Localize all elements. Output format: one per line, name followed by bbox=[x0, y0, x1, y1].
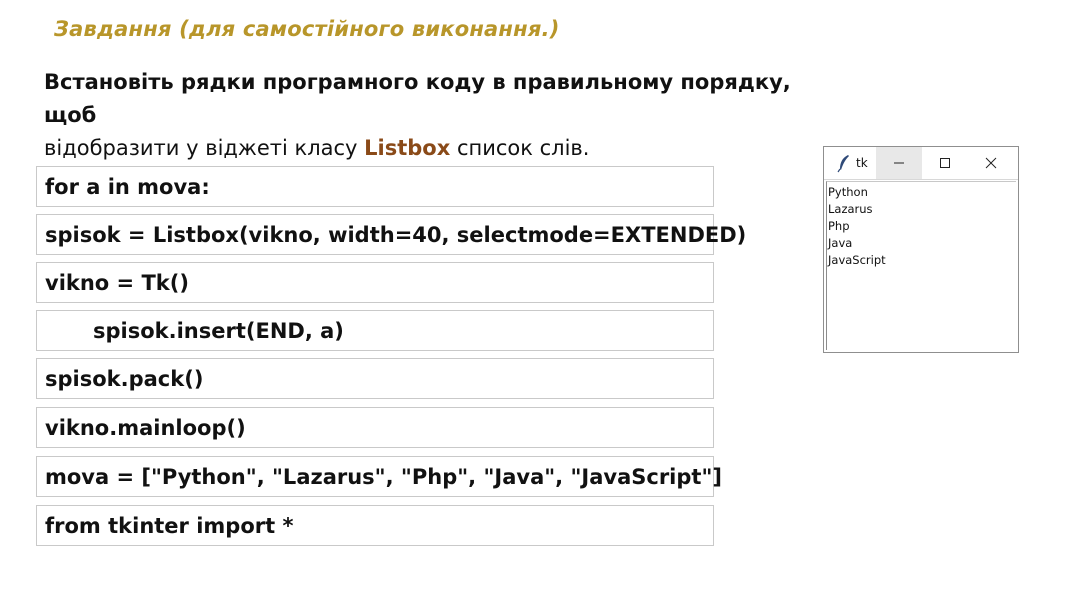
code-line[interactable]: spisok = Listbox(vikno, width=40, select… bbox=[36, 214, 746, 255]
maximize-icon[interactable] bbox=[922, 147, 968, 179]
code-line[interactable]: from tkinter import * bbox=[36, 505, 714, 546]
task-title: Завдання (для самостійного виконання.) bbox=[54, 17, 560, 41]
code-line[interactable]: for a in mova: bbox=[36, 166, 714, 207]
tk-window-title: tk bbox=[856, 156, 868, 170]
list-item[interactable]: Python bbox=[827, 184, 1016, 201]
list-item[interactable]: JavaScript bbox=[827, 252, 1016, 269]
list-item[interactable]: Php bbox=[827, 218, 1016, 235]
code-line[interactable]: spisok.pack() bbox=[36, 358, 714, 399]
tk-titlebar: tk bbox=[824, 147, 1018, 180]
instruction-part: список слів. bbox=[450, 136, 590, 160]
listbox[interactable]: Python Lazarus Php Java JavaScript bbox=[826, 181, 1016, 350]
feather-icon bbox=[834, 153, 854, 173]
code-line[interactable]: vikno.mainloop() bbox=[36, 407, 714, 448]
list-item[interactable]: Java bbox=[827, 235, 1016, 252]
instruction-text: Встановіть рядки програмного коду в прав… bbox=[44, 66, 844, 165]
tk-window-preview: tk Python Lazarus Php Java JavaScript bbox=[823, 146, 1019, 353]
code-line[interactable]: vikno = Tk() bbox=[36, 262, 714, 303]
instruction-bold: Встановіть рядки програмного коду в прав… bbox=[44, 70, 791, 127]
close-icon[interactable] bbox=[968, 147, 1014, 179]
minimize-icon[interactable] bbox=[875, 147, 922, 179]
instruction-keyword: Listbox bbox=[364, 136, 451, 160]
code-line[interactable]: mova = ["Python", "Lazarus", "Php", "Jav… bbox=[36, 456, 722, 497]
instruction-part: відобразити у віджеті класу bbox=[44, 136, 365, 160]
list-item[interactable]: Lazarus bbox=[827, 201, 1016, 218]
code-line[interactable]: spisok.insert(END, a) bbox=[36, 310, 714, 351]
